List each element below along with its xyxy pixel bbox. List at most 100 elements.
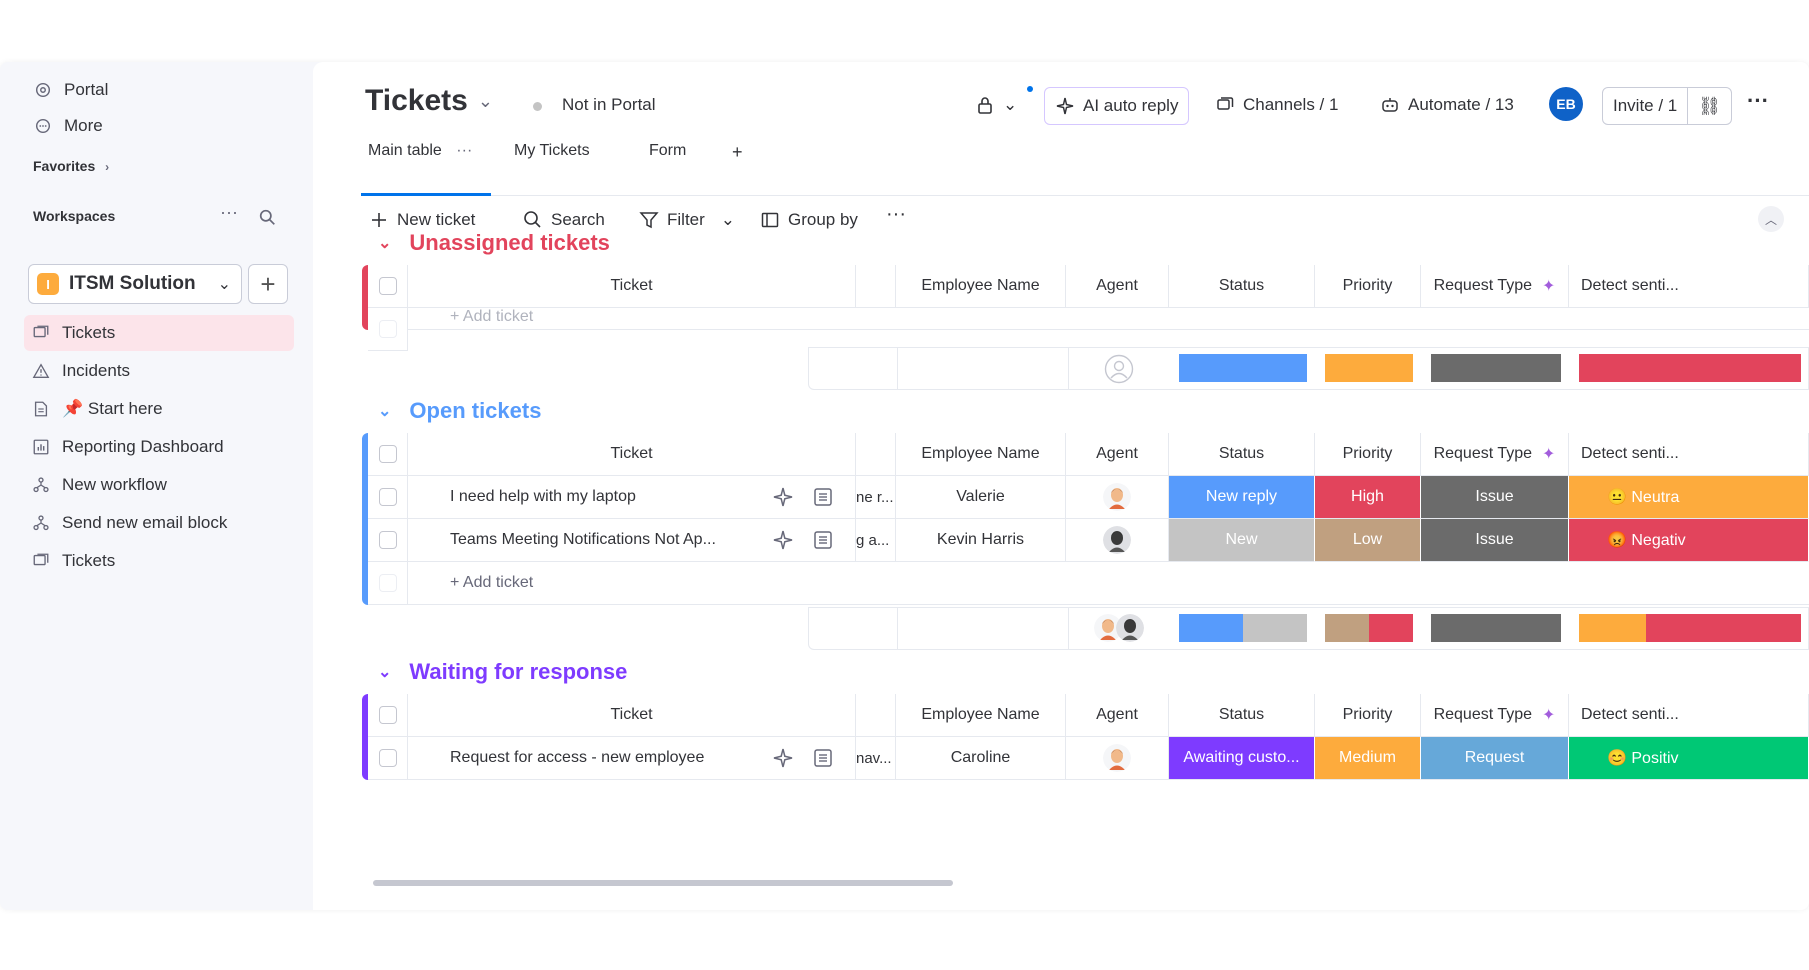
status-label[interactable]: New reply bbox=[1169, 476, 1315, 519]
invite-button[interactable]: Invite / 1 ⛓ bbox=[1602, 87, 1733, 125]
add-ticket-input[interactable]: + Add ticket bbox=[408, 562, 1809, 605]
select-all-checkbox[interactable] bbox=[378, 277, 397, 295]
ticket-name[interactable]: I need help with my laptop bbox=[450, 488, 636, 506]
agent-cell[interactable] bbox=[1066, 737, 1169, 780]
priority-label[interactable]: Low bbox=[1315, 519, 1421, 562]
priority-label[interactable]: High bbox=[1315, 476, 1421, 519]
chevron-down-icon[interactable]: ⌄ bbox=[721, 210, 735, 230]
agent-cell[interactable] bbox=[1066, 519, 1169, 562]
workspace-selector[interactable]: I ITSM Solution ⌄ bbox=[28, 264, 242, 304]
updates-icon[interactable] bbox=[812, 747, 834, 769]
sidebar-item-send-new-email-block[interactable]: Send new email block bbox=[24, 505, 294, 541]
collapse-header-button[interactable]: ︿ bbox=[1758, 206, 1784, 232]
column-header-status[interactable]: Status bbox=[1169, 433, 1315, 476]
sidebar-item-start-here[interactable]: 📌 Start here bbox=[24, 391, 294, 427]
workspace-options-icon[interactable]: ··· bbox=[220, 202, 238, 223]
updates-icon[interactable] bbox=[812, 486, 834, 508]
tab-main-table[interactable]: Main table ··· bbox=[368, 142, 472, 160]
sidebar-item-tickets[interactable]: Tickets bbox=[24, 543, 294, 579]
board-title[interactable]: Tickets ⌄ bbox=[365, 84, 493, 118]
search-icon[interactable] bbox=[259, 209, 276, 226]
column-header-priority[interactable]: Priority bbox=[1315, 694, 1421, 737]
row-checkbox[interactable] bbox=[378, 749, 397, 767]
agent-avatar[interactable] bbox=[1103, 526, 1131, 554]
add-ticket-row[interactable]: + Add ticket bbox=[362, 308, 1809, 351]
tab-form[interactable]: Form bbox=[649, 142, 686, 160]
chevron-down-icon[interactable]: ⌄ bbox=[378, 233, 391, 253]
lock-button[interactable]: ⌄ bbox=[975, 87, 1017, 123]
status-label[interactable]: New bbox=[1169, 519, 1315, 562]
column-header-request-type[interactable]: Request Type ✦ bbox=[1421, 433, 1569, 476]
column-header-agent[interactable]: Agent bbox=[1066, 694, 1169, 737]
row-checkbox[interactable] bbox=[378, 488, 397, 506]
group-header[interactable]: ⌄ Open tickets bbox=[378, 398, 541, 424]
add-workspace-button[interactable]: + bbox=[248, 264, 288, 304]
column-header-employee[interactable]: Employee Name bbox=[896, 694, 1066, 737]
ai-auto-reply-button[interactable]: AI auto reply bbox=[1044, 87, 1190, 125]
agent-avatar[interactable] bbox=[1103, 483, 1131, 511]
table-row[interactable]: Request for access - new employee nav... C… bbox=[362, 737, 1809, 780]
group-by-button[interactable]: Group by bbox=[760, 205, 858, 235]
priority-label[interactable]: Medium bbox=[1315, 737, 1421, 780]
automate-button[interactable]: Automate / 13 bbox=[1380, 87, 1514, 123]
ticket-cell[interactable]: Request for access - new employee bbox=[408, 737, 856, 780]
add-view-button[interactable]: + bbox=[732, 142, 743, 163]
portal-status[interactable]: Not in Portal bbox=[562, 95, 656, 115]
agent-cell[interactable] bbox=[1066, 476, 1169, 519]
updates-icon[interactable] bbox=[812, 529, 834, 551]
agent-avatar[interactable] bbox=[1103, 744, 1131, 772]
sidebar-item-portal[interactable]: Portal bbox=[32, 72, 296, 108]
column-header-status[interactable]: Status bbox=[1169, 694, 1315, 737]
sidebar-item-new-workflow[interactable]: New workflow bbox=[24, 467, 294, 503]
add-ticket-input[interactable]: + Add ticket bbox=[408, 308, 1809, 330]
horizontal-scrollbar[interactable] bbox=[373, 880, 953, 886]
tab-options-icon[interactable]: ··· bbox=[456, 142, 472, 159]
table-row[interactable]: I need help with my laptop ne r... Valerie… bbox=[362, 476, 1809, 519]
column-header-employee[interactable]: Employee Name bbox=[896, 265, 1066, 308]
sidebar-item-incidents[interactable]: Incidents bbox=[24, 353, 294, 389]
column-header-sentiment[interactable]: Detect senti... bbox=[1569, 265, 1809, 308]
ai-sparkle-icon[interactable] bbox=[772, 747, 794, 769]
more-options-icon[interactable]: ··· bbox=[1747, 88, 1769, 114]
column-header-priority[interactable]: Priority bbox=[1315, 265, 1421, 308]
select-all-checkbox[interactable] bbox=[378, 445, 397, 463]
sidebar-item-more[interactable]: More bbox=[32, 108, 296, 144]
select-all-checkbox[interactable] bbox=[378, 706, 397, 724]
column-header-sentiment[interactable]: Detect senti... bbox=[1569, 694, 1809, 737]
employee-name[interactable]: Valerie bbox=[896, 476, 1066, 519]
group-header[interactable]: ⌄ Waiting for response bbox=[378, 659, 627, 685]
toolbar-more-icon[interactable]: ··· bbox=[886, 203, 906, 226]
copy-link-icon[interactable]: ⛓ bbox=[1688, 96, 1731, 117]
column-header-status[interactable]: Status bbox=[1169, 265, 1315, 308]
column-header-priority[interactable]: Priority bbox=[1315, 433, 1421, 476]
column-header-ticket[interactable]: Ticket bbox=[408, 433, 856, 476]
ticket-name[interactable]: Teams Meeting Notifications Not Ap... bbox=[450, 531, 716, 549]
ticket-cell[interactable]: Teams Meeting Notifications Not Ap... bbox=[408, 519, 856, 562]
table-row[interactable]: Teams Meeting Notifications Not Ap... g a… bbox=[362, 519, 1809, 562]
chevron-down-icon[interactable]: ⌄ bbox=[378, 401, 391, 421]
column-header-request-type[interactable]: Request Type ✦ bbox=[1421, 265, 1569, 308]
column-header-request-type[interactable]: Request Type ✦ bbox=[1421, 694, 1569, 737]
user-avatar[interactable]: EB bbox=[1549, 87, 1583, 121]
sentiment-label[interactable]: 😡 Negativ bbox=[1569, 519, 1809, 562]
column-header-sentiment[interactable]: Detect senti... bbox=[1569, 433, 1809, 476]
sidebar-item-reporting-dashboard[interactable]: Reporting Dashboard bbox=[24, 429, 294, 465]
column-header-ticket[interactable]: Ticket bbox=[408, 265, 856, 308]
filter-button[interactable]: Filter ⌄ bbox=[639, 205, 735, 235]
row-checkbox[interactable] bbox=[378, 531, 397, 549]
employee-name[interactable]: Kevin Harris bbox=[896, 519, 1066, 562]
ai-sparkle-icon[interactable] bbox=[772, 486, 794, 508]
column-header-agent[interactable]: Agent bbox=[1066, 265, 1169, 308]
column-header-employee[interactable]: Employee Name bbox=[896, 433, 1066, 476]
ai-sparkle-icon[interactable] bbox=[772, 529, 794, 551]
sentiment-label[interactable]: 😐 Neutra bbox=[1569, 476, 1809, 519]
channels-button[interactable]: Channels / 1 bbox=[1215, 87, 1338, 123]
add-ticket-row[interactable]: + Add ticket bbox=[362, 562, 1809, 605]
tab-my-tickets[interactable]: My Tickets bbox=[514, 142, 590, 160]
employee-name[interactable]: Caroline bbox=[896, 737, 1066, 780]
group-header[interactable]: ⌄ Unassigned tickets bbox=[378, 230, 610, 256]
ticket-cell[interactable]: I need help with my laptop bbox=[408, 476, 856, 519]
request-type-label[interactable]: Issue bbox=[1421, 519, 1569, 562]
column-header-agent[interactable]: Agent bbox=[1066, 433, 1169, 476]
favorites-section[interactable]: Favorites › bbox=[33, 158, 109, 174]
